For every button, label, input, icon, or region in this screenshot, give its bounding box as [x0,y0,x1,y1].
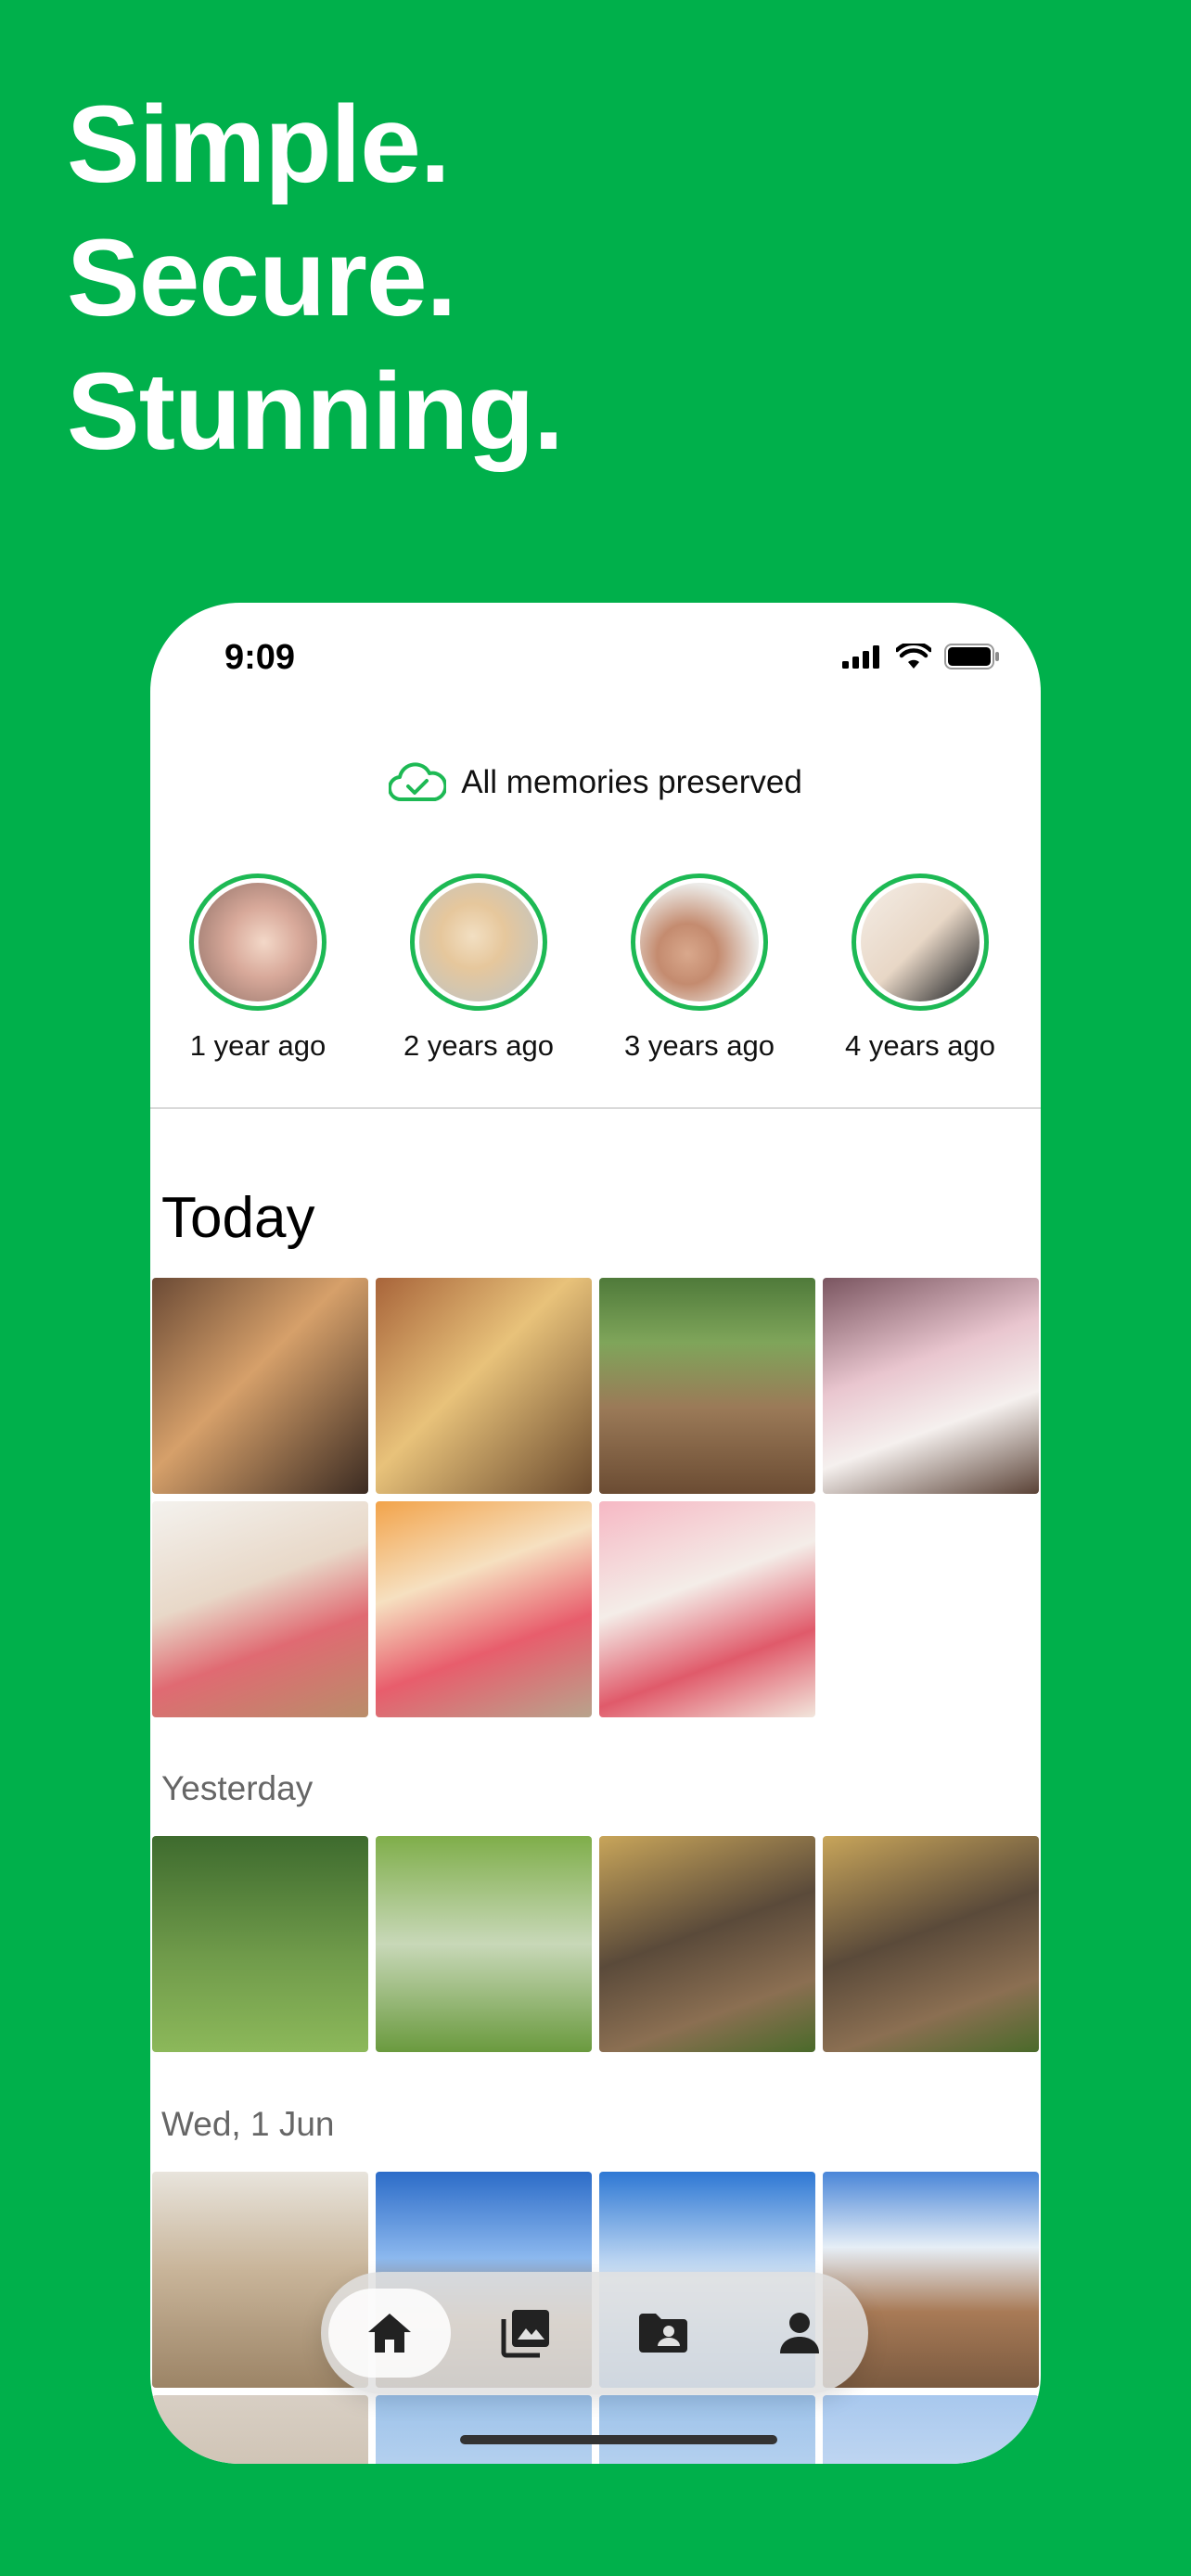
photo-library-icon [501,2310,550,2358]
home-icon [367,2314,411,2353]
hero-tagline: Simple. Secure. Stunning. [67,78,564,478]
memory-label: 1 year ago [189,1029,327,1062]
photo-tile[interactable] [376,2395,592,2464]
home-indicator [460,2435,777,2444]
status-bar: 9:09 [150,603,1041,705]
memory-item[interactable]: 1 year ago [165,874,351,1063]
photo-tile[interactable] [599,2395,815,2464]
tab-albums[interactable] [602,2289,724,2378]
photo-tile[interactable] [376,1836,592,2052]
photo-tile[interactable] [376,1278,592,1494]
photo-tile[interactable] [823,1836,1039,2052]
shared-folder-icon [638,2314,687,2353]
memory-thumbnail [631,874,768,1011]
wifi-icon [896,644,931,669]
cloud-check-icon [389,762,447,802]
hero-line-1: Simple. [67,83,451,206]
photo-tile[interactable] [823,2395,1039,2464]
photo-tile[interactable] [152,1836,368,2052]
status-icons [842,644,1000,670]
phone-screen: 9:09 All memories preserved 1 year ago 2… [150,603,1041,2464]
signal-icon [842,645,879,669]
backup-status[interactable]: All memories preserved [150,762,1041,803]
photo-tile[interactable] [823,1278,1039,1494]
hero-line-2: Secure. [67,217,456,339]
section-title-today: Today [161,1186,315,1250]
tab-home[interactable] [327,2289,451,2378]
battery-icon [944,644,999,670]
memory-item[interactable]: 4 years ago [827,874,1013,1063]
photo-tile[interactable] [152,2395,368,2464]
tab-account[interactable] [738,2289,861,2378]
photo-tile[interactable] [599,1836,815,2052]
hero-line-3: Stunning. [67,351,564,473]
memory-item[interactable]: 2 years ago [386,874,571,1063]
memory-thumbnail [852,874,989,1011]
tab-gallery[interactable] [465,2289,587,2378]
memory-thumbnail [189,874,327,1011]
photo-tile[interactable] [152,1501,368,1717]
memory-thumbnail [410,874,547,1011]
photo-tile[interactable] [599,1278,815,1494]
bottom-tab-bar [321,2272,868,2394]
photo-tile[interactable] [376,1501,592,1717]
section-title-wed: Wed, 1 Jun [161,2105,335,2143]
memories-row: 1 year ago 2 years ago 3 years ago 4 yea… [150,874,1041,1062]
backup-status-label: All memories preserved [461,764,802,800]
section-title-yesterday: Yesterday [161,1769,314,1807]
photo-tile[interactable] [599,1501,815,1717]
status-time: 9:09 [224,638,296,677]
memory-label: 2 years ago [403,1029,554,1062]
memory-item[interactable]: 3 years ago [607,874,792,1063]
person-icon [780,2313,820,2353]
divider [150,1107,1041,1109]
memory-label: 4 years ago [845,1029,995,1062]
photo-tile[interactable] [152,1278,368,1494]
memory-label: 3 years ago [624,1029,775,1062]
